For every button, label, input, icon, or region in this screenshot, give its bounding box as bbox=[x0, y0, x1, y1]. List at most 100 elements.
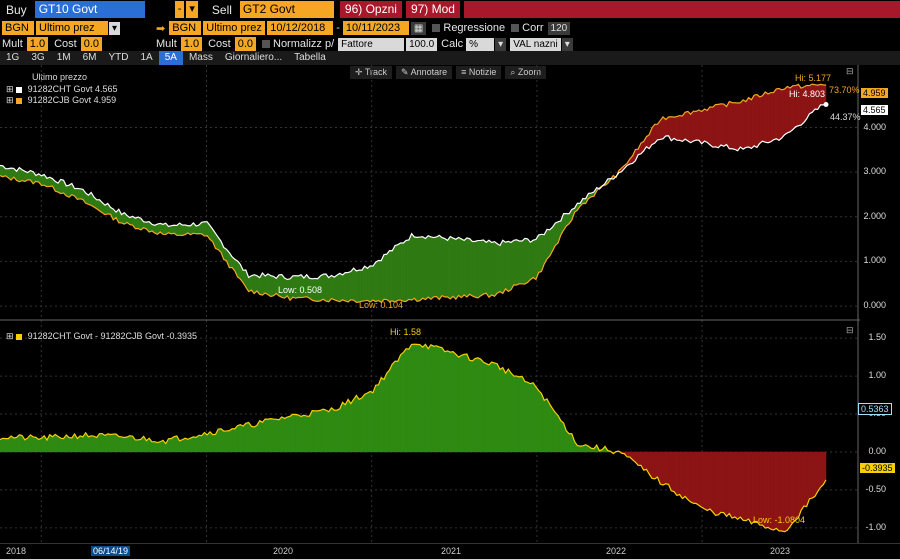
spread-fill-segment bbox=[452, 237, 457, 300]
cost-left-input[interactable]: 0.0 bbox=[80, 37, 102, 51]
spread-fill-segment bbox=[682, 111, 686, 142]
calc-select[interactable]: % bbox=[466, 37, 495, 51]
val-nazni-select[interactable]: VAL nazni bbox=[510, 37, 561, 51]
corr-checkbox[interactable] bbox=[511, 24, 520, 32]
spread-area-segment bbox=[403, 347, 407, 453]
spread-fill-segment bbox=[508, 241, 512, 292]
tab-period-2[interactable]: 1M bbox=[51, 51, 77, 65]
chevron-down-icon[interactable]: ▾ bbox=[186, 1, 198, 18]
spread-area-segment bbox=[441, 346, 446, 453]
spread-fill-segment bbox=[347, 271, 352, 303]
spread-fill-segment bbox=[527, 238, 531, 283]
spread-area-segment bbox=[320, 408, 324, 453]
arrow-right-icon: ➡ bbox=[156, 22, 166, 35]
chevron-down-icon[interactable]: ▾ bbox=[561, 37, 573, 51]
spread-fill-segment bbox=[466, 237, 470, 298]
spread-fill-segment bbox=[408, 233, 412, 301]
spread-area-segment bbox=[212, 434, 216, 453]
tab-period-8[interactable]: Giornaliero... bbox=[219, 51, 288, 65]
chevron-down-icon[interactable]: ▾ bbox=[109, 21, 121, 35]
corr-value-input[interactable]: 120 bbox=[547, 21, 571, 35]
spread-chart[interactable] bbox=[0, 65, 900, 543]
spread-fill-segment bbox=[137, 216, 142, 231]
tab-period-3[interactable]: 6M bbox=[77, 51, 103, 65]
spread-area-segment bbox=[488, 361, 492, 453]
source-left-field[interactable]: BGN bbox=[2, 21, 34, 35]
spread-area-segment bbox=[447, 350, 451, 453]
spread-area-segment bbox=[742, 451, 747, 521]
spread-area-segment bbox=[416, 344, 421, 453]
tab-period-0[interactable]: 1G bbox=[0, 51, 25, 65]
spread-fill-segment bbox=[273, 275, 277, 297]
spread-fill-segment bbox=[461, 238, 465, 299]
opzni-button[interactable]: 96) Opzni bbox=[339, 1, 402, 18]
spread-fill-segment bbox=[532, 239, 537, 280]
spread-area-segment bbox=[679, 451, 683, 500]
cost-right-input[interactable]: 0.0 bbox=[234, 37, 256, 51]
close-icon[interactable]: ⊟ bbox=[846, 66, 854, 77]
tab-period-7[interactable]: Mass bbox=[183, 51, 219, 65]
mod-button[interactable]: 97) Mod bbox=[405, 1, 460, 18]
regressione-checkbox[interactable] bbox=[432, 24, 441, 32]
spread-area-segment bbox=[339, 402, 343, 453]
spread-area-segment bbox=[524, 381, 528, 453]
mult-right-input[interactable]: 1.0 bbox=[180, 37, 203, 51]
spread-fill-segment bbox=[353, 267, 357, 303]
spread-fill-segment bbox=[361, 265, 365, 302]
calc-label: Calc bbox=[441, 38, 464, 50]
spread-area-segment bbox=[513, 375, 517, 453]
lower-legend-item[interactable]: ⊞ 91282CHT Govt - 91282CJB Govt -0.3935 bbox=[6, 331, 197, 342]
spread-area-segment bbox=[184, 437, 189, 453]
spread-area-segment bbox=[411, 343, 415, 453]
spread-area-segment bbox=[2, 438, 6, 453]
expand-icon[interactable]: ⊞ bbox=[6, 331, 14, 341]
spread-area-segment bbox=[30, 434, 34, 453]
pct-low-annotation: 44.37% bbox=[830, 112, 861, 122]
buy-security-input[interactable]: GT10 Govt bbox=[34, 1, 145, 18]
cost-right-label: Cost bbox=[208, 38, 231, 50]
buy-security-dropdown[interactable]: - bbox=[174, 1, 185, 18]
normalizz-checkbox[interactable] bbox=[262, 40, 270, 48]
hi-orange-annotation: Hi: 5.177 bbox=[795, 73, 832, 83]
spread-area-segment bbox=[729, 451, 733, 520]
spread-fill-segment bbox=[472, 241, 476, 298]
spread-area-segment bbox=[220, 428, 225, 453]
tab-period-6[interactable]: 5A bbox=[158, 51, 183, 65]
close-icon[interactable]: ⊟ bbox=[846, 325, 854, 336]
date-to-input[interactable]: 10/11/2023 bbox=[342, 21, 409, 35]
field-right-select[interactable]: Ultimo prez bbox=[203, 21, 266, 35]
spread-fill-segment bbox=[350, 267, 354, 301]
spread-fill-segment bbox=[781, 88, 785, 139]
period-tabs: 1G 3G 1M 6M YTD 1A 5A Mass Giornaliero... Tabella bbox=[0, 51, 900, 65]
x-label: 2018 bbox=[6, 546, 27, 556]
calendar-icon[interactable]: ▦ bbox=[410, 21, 427, 35]
spread-area-segment bbox=[400, 351, 404, 453]
spread-area-segment bbox=[68, 437, 73, 453]
last-point-marker bbox=[823, 101, 829, 107]
spread-fill-segment bbox=[441, 237, 446, 298]
chevron-down-icon[interactable]: ▾ bbox=[495, 37, 507, 51]
spread-fill-segment bbox=[776, 88, 780, 141]
spread-area-segment bbox=[546, 398, 550, 453]
tab-period-1[interactable]: 3G bbox=[25, 51, 50, 65]
spread-area-segment bbox=[698, 451, 702, 508]
field-left-select[interactable]: Ultimo prez bbox=[36, 21, 108, 35]
spread-fill-segment bbox=[483, 239, 487, 295]
tab-period-9[interactable]: Tabella bbox=[288, 51, 332, 65]
spread-fill-segment bbox=[358, 269, 363, 303]
normalizz-number-input[interactable]: 100.0 bbox=[406, 37, 438, 51]
date-from-input[interactable]: 10/12/2018 bbox=[267, 21, 334, 35]
spread-fill-segment bbox=[734, 102, 738, 152]
spread-fill-segment bbox=[267, 273, 271, 297]
spread-area-segment bbox=[723, 451, 727, 518]
spread-area-segment bbox=[311, 410, 316, 453]
spread-fill-segment bbox=[497, 243, 501, 294]
tab-period-4[interactable]: YTD bbox=[103, 51, 135, 65]
mult-left-input[interactable]: 1.0 bbox=[26, 37, 49, 51]
spread-area-segment bbox=[375, 384, 379, 453]
sell-security-input[interactable]: GT2 Govt bbox=[239, 1, 334, 18]
normalizz-select[interactable]: Fattore bbox=[338, 37, 405, 51]
y-tick-lower: -0.50 bbox=[865, 483, 886, 494]
tab-period-5[interactable]: 1A bbox=[135, 51, 159, 65]
source-right-field[interactable]: BGN bbox=[169, 21, 202, 35]
